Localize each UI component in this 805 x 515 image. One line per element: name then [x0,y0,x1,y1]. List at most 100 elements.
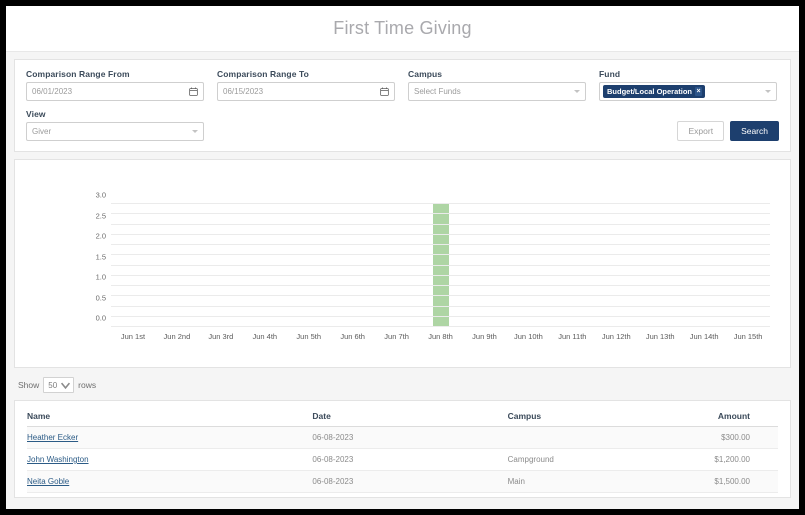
chart-x-tick: Jun 8th [428,332,453,341]
cell-name: John Washington [27,448,313,471]
export-button[interactable]: Export [677,120,725,141]
chart-x-tick: Jun 3rd [208,332,234,341]
chart-x-tick: Jun 7th [384,332,409,341]
show-label: Show [18,380,40,390]
chart-gridline [111,326,770,327]
col-header-campus[interactable]: Campus [507,401,658,427]
chart-gridline [111,274,770,276]
table-head: Name Date Campus Amount [27,401,778,427]
range-from-value: 06/01/2023 [32,87,73,96]
chart-x-tick: Jun 13th [645,332,675,341]
filter-panel: Comparison Range From 06/01/2023 Compari… [14,59,791,152]
campus-select[interactable]: Select Funds [408,82,586,101]
campus-value: Select Funds [414,87,461,96]
cell-name: Neita Goble [27,470,313,493]
chart-y-tick: 2.5 [95,211,106,220]
chart-gridline [111,233,770,235]
col-header-amount[interactable]: Amount [657,401,778,427]
calendar-icon [380,87,389,96]
table-body: Heather Ecker 06-08-2023 $300.00 John Washi… [27,426,778,493]
chart-x-tick: Jun 1st [120,332,146,341]
chevron-down-icon [765,90,771,93]
table-row: Neita Goble 06-08-2023 Main $1,500.00 [27,470,778,493]
cell-campus [507,426,658,449]
chart-y-tick: 3.0 [95,190,106,200]
range-to-value: 06/15/2023 [223,87,264,96]
giver-name-link[interactable]: Neita Goble [27,477,69,486]
chart-x-tick: Jun 14th [689,332,719,341]
table-header-row: Name Date Campus Amount [27,401,778,427]
chart-x-tick: Jun 11th [558,332,587,341]
chart-x-tick: Jun 9th [472,332,497,341]
bar-chart: 0.0 0.5 1.0 1.5 2.0 2.5 3.0 Jun 1st Jun 2nd Jun … [15,160,790,367]
chart-y-tick: 2.0 [95,231,106,241]
close-icon[interactable]: × [695,86,703,97]
chart-plot-area: 0.0 0.5 1.0 1.5 2.0 2.5 3.0 [96,191,770,327]
view-value: Giver [32,127,52,136]
filter-row-primary: Comparison Range From 06/01/2023 Compari… [26,69,779,101]
filter-actions: Export Search [217,120,779,141]
chart-y-tick: 0.0 [95,313,106,323]
filter-view: View Giver [26,109,204,141]
page-title: First Time Giving [333,18,472,38]
chevron-down-icon [574,90,580,93]
chevron-down-icon [60,381,71,390]
chart-gridline [111,213,770,215]
filter-campus: Campus Select Funds [408,69,586,101]
chart-x-tick: Jun 6th [340,332,365,341]
chart-y-tick: 1.0 [95,272,106,282]
results-panel: Name Date Campus Amount Heather Ecker 06-… [14,400,791,498]
cell-date: 06-08-2023 [312,448,508,471]
chart-y-tick: 0.5 [95,293,106,302]
chart-x-tick: Jun 5th [296,332,322,341]
cell-campus: Campground [507,448,658,471]
rows-per-page-select[interactable]: 50 [43,377,75,393]
chart-gridline [111,244,770,245]
range-to-input[interactable]: 06/15/2023 [217,82,395,101]
chart-gridline [111,315,770,317]
filter-row-secondary: View Giver Export Search [26,109,779,141]
chart-x-tick: Jun 15th [733,332,763,341]
chart-gridline [111,223,770,225]
cell-amount: $300.00 [657,426,778,449]
fund-label: Fund [599,69,621,79]
cell-date: 06-08-2023 [312,426,508,449]
range-from-input[interactable]: 06/01/2023 [26,82,204,101]
cell-amount: $1,500.00 [657,470,778,493]
chart-y-tick: 1.5 [95,252,106,261]
cell-date: 06-08-2023 [312,470,508,493]
giver-name-link[interactable]: Heather Ecker [27,433,78,442]
rows-per-page-value: 50 [48,380,58,390]
col-header-date[interactable]: Date [312,401,508,427]
chart-x-labels: Jun 1st Jun 2nd Jun 3rd Jun 4th Jun 5th Jun 6… [111,332,770,341]
chart-gridline [111,254,770,256]
range-from-label: Comparison Range From [26,69,130,79]
cell-name: Heather Ecker [27,426,313,449]
table-row: John Washington 06-08-2023 Campground $1,20… [27,448,778,471]
filter-range-to: Comparison Range To 06/15/2023 [217,69,395,101]
view-select[interactable]: Giver [26,122,204,141]
filter-fund: Fund Budget/Local Operation × [599,69,777,101]
table-row: Heather Ecker 06-08-2023 $300.00 [27,426,778,449]
col-header-name[interactable]: Name [27,401,313,427]
chart-gridline [111,305,770,307]
view-label: View [26,109,46,119]
chart-x-tick: Jun 10th [514,332,543,341]
giver-name-link[interactable]: John Washington [27,455,89,464]
fund-chip[interactable]: Budget/Local Operation × [603,85,706,98]
chart-gridline [111,203,770,204]
fund-select[interactable]: Budget/Local Operation × [599,82,777,101]
range-to-label: Comparison Range To [217,69,309,79]
chevron-down-icon [192,130,198,133]
app-root: First Time Giving Comparison Range From … [6,6,799,509]
chart-x-tick: Jun 4th [252,332,278,341]
chart-x-tick: Jun 12th [601,332,631,341]
rows-control: Show 50 rows [18,377,799,393]
search-button[interactable]: Search [730,120,779,141]
cell-campus: Main [507,470,658,493]
fund-chip-wrap: Budget/Local Operation × [603,85,761,98]
chart-panel: 0.0 0.5 1.0 1.5 2.0 2.5 3.0 Jun 1st Jun 2nd Jun … [14,159,791,368]
cell-amount: $1,200.00 [657,448,778,471]
calendar-icon [189,87,198,96]
page-header: First Time Giving [6,6,799,52]
